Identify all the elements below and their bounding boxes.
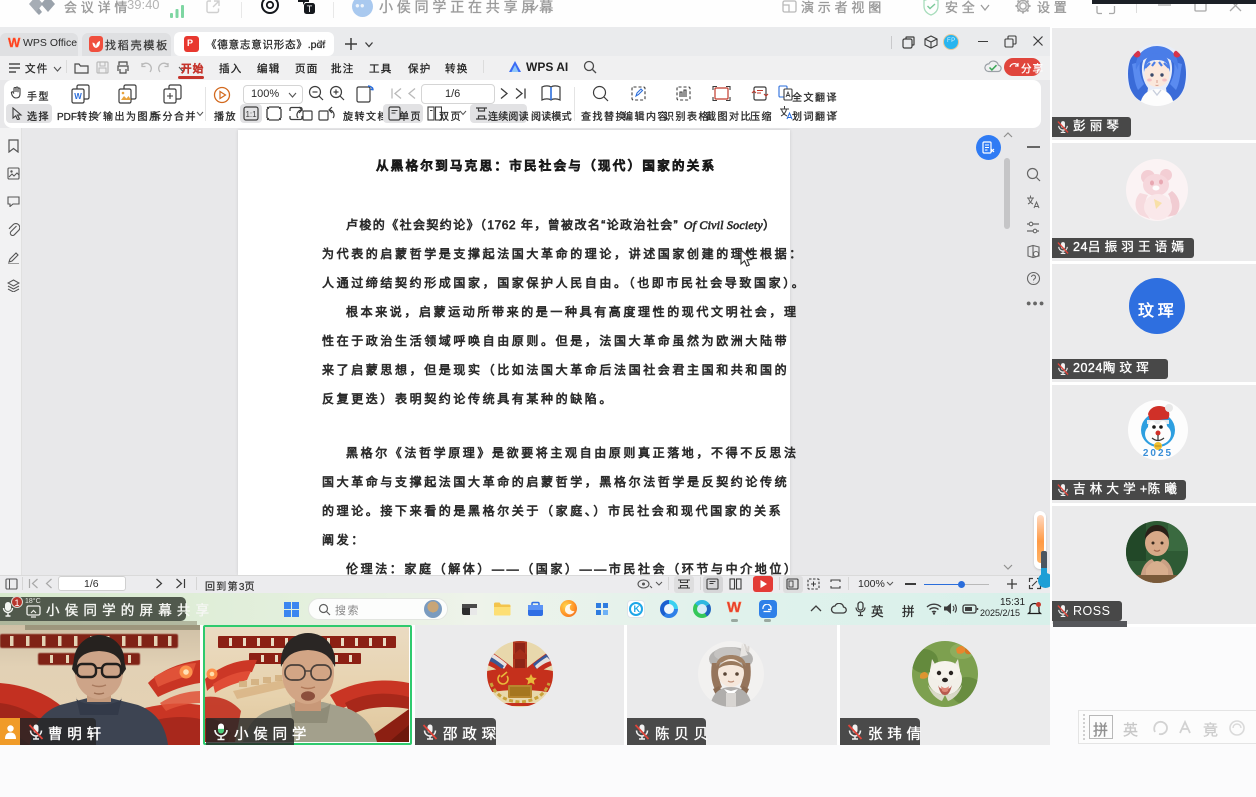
svg-text:T: T bbox=[307, 4, 313, 14]
svg-text:2025: 2025 bbox=[1143, 448, 1173, 459]
svg-text:W: W bbox=[74, 92, 82, 101]
svg-text:1:1: 1:1 bbox=[245, 110, 257, 119]
